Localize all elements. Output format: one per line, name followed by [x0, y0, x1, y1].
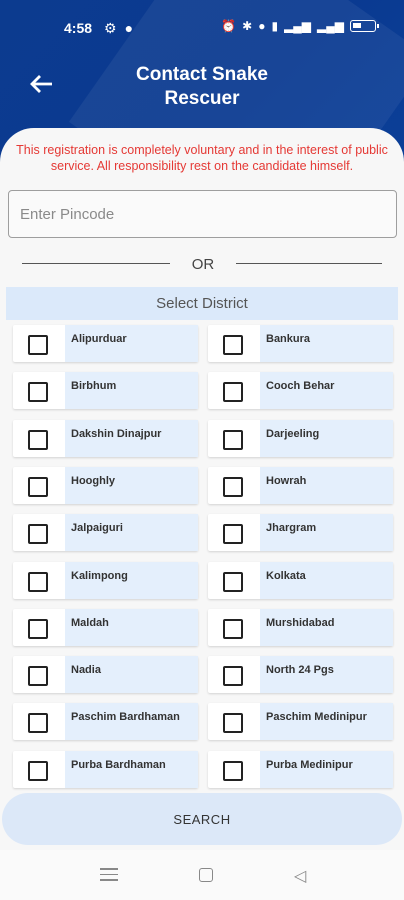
district-checkbox[interactable] [223, 382, 243, 403]
or-divider: OR [0, 253, 404, 275]
disclaimer-notice: This registration is completely voluntar… [16, 143, 388, 173]
district-checkbox[interactable] [28, 476, 48, 497]
district-item[interactable]: Paschim Bardhaman [13, 703, 198, 741]
district-label: Cooch Behar [260, 372, 393, 410]
status-bar: 4:58 ⚙ ● ⏰ ✱ ● ▮ ▂▄▆ ▂▄▆ [0, 0, 404, 54]
district-label: Nadia [65, 656, 198, 694]
district-label: Jalpaiguri [65, 514, 198, 552]
district-checkbox[interactable] [28, 382, 48, 403]
district-label: Darjeeling [260, 419, 393, 457]
divider-line-left [22, 263, 170, 264]
page-title: Contact Snake Rescuer [100, 63, 304, 111]
district-checkbox[interactable] [223, 429, 243, 450]
district-item[interactable]: Bankura [208, 325, 393, 362]
district-item[interactable]: Nadia [13, 656, 198, 694]
district-label: Birbhum [65, 372, 198, 410]
district-checkbox[interactable] [28, 713, 48, 734]
search-button[interactable]: SEARCH [2, 793, 402, 845]
district-item[interactable]: Darjeeling [208, 419, 393, 457]
district-label: Howrah [260, 466, 393, 504]
page-title-line1: Contact Snake [136, 64, 268, 85]
back-triangle-icon[interactable]: ◁ [294, 866, 306, 886]
page-title-line2: Rescuer [164, 88, 240, 109]
district-item[interactable]: Howrah [208, 466, 393, 504]
district-item[interactable]: Birbhum [13, 372, 198, 410]
district-label: Hooghly [65, 466, 198, 504]
district-item[interactable]: Maldah [13, 608, 198, 646]
district-checkbox[interactable] [223, 713, 243, 734]
system-nav-bar: ◁ [0, 850, 404, 900]
district-checkbox[interactable] [28, 666, 48, 687]
district-checkbox[interactable] [28, 429, 48, 450]
gear-icon: ⚙ [104, 20, 117, 36]
district-label: Maldah [65, 608, 198, 646]
status-left-icons: ⚙ ● [104, 20, 133, 37]
signal2-icon: ▂▄▆ [317, 19, 344, 33]
district-checkbox[interactable] [28, 524, 48, 545]
district-item[interactable]: Jalpaiguri [13, 514, 198, 552]
district-checkbox[interactable] [28, 571, 48, 592]
district-label: Dakshin Dinajpur [65, 419, 198, 457]
district-item[interactable]: Cooch Behar [208, 372, 393, 410]
chat-icon: ● [124, 20, 134, 36]
alarm-icon: ⏰ [221, 19, 237, 33]
status-right-icons: ⏰ ✱ ● ▮ ▂▄▆ ▂▄▆ [221, 19, 379, 33]
district-label: Purba Medinipur [260, 750, 393, 788]
district-item[interactable]: Alipurduar [13, 325, 198, 362]
district-checkbox[interactable] [223, 571, 243, 592]
district-label: Purba Bardhaman [65, 750, 198, 788]
district-checkbox[interactable] [223, 524, 243, 545]
district-label: North 24 Pgs [260, 656, 393, 694]
district-checkbox[interactable] [223, 666, 243, 687]
district-checkbox[interactable] [28, 760, 48, 781]
district-label: Paschim Bardhaman [65, 703, 198, 741]
district-label: Paschim Medinipur [260, 703, 393, 741]
district-item[interactable]: Paschim Medinipur [208, 703, 393, 741]
district-label: Jhargram [260, 514, 393, 552]
district-checkbox[interactable] [223, 760, 243, 781]
volte-icon: ▮ [271, 19, 279, 33]
location-icon: ● [258, 19, 266, 33]
home-icon[interactable] [199, 868, 213, 882]
district-checkbox[interactable] [223, 618, 243, 639]
district-checkbox[interactable] [223, 476, 243, 497]
bluetooth-icon: ✱ [242, 19, 253, 33]
district-label: Kolkata [260, 561, 393, 599]
district-item[interactable]: Kalimpong [13, 561, 198, 599]
district-item[interactable]: Purba Medinipur [208, 750, 393, 788]
status-time: 4:58 [64, 20, 93, 36]
battery-icon [350, 20, 379, 32]
district-item[interactable]: Murshidabad [208, 608, 393, 646]
district-item[interactable]: Purba Bardhaman [13, 750, 198, 788]
divider-line-right [236, 263, 382, 264]
district-item[interactable]: North 24 Pgs [208, 656, 393, 694]
menu-icon[interactable] [100, 868, 118, 882]
or-text: OR [191, 256, 215, 273]
district-label: Bankura [260, 325, 393, 362]
district-label: Kalimpong [65, 561, 198, 599]
signal-icon: ▂▄▆ [284, 19, 312, 33]
district-label: Alipurduar [65, 325, 198, 362]
district-item[interactable]: Jhargram [208, 514, 393, 552]
district-checkbox[interactable] [28, 618, 48, 639]
district-item[interactable]: Dakshin Dinajpur [13, 419, 198, 457]
select-district-header: Select District [6, 287, 398, 320]
district-item[interactable]: Hooghly [13, 466, 198, 504]
pincode-input[interactable] [8, 190, 397, 238]
district-checkbox[interactable] [28, 335, 48, 355]
back-arrow-icon[interactable] [28, 70, 60, 102]
district-checkbox[interactable] [223, 335, 243, 355]
district-item[interactable]: Kolkata [208, 561, 393, 599]
district-label: Murshidabad [260, 608, 393, 646]
